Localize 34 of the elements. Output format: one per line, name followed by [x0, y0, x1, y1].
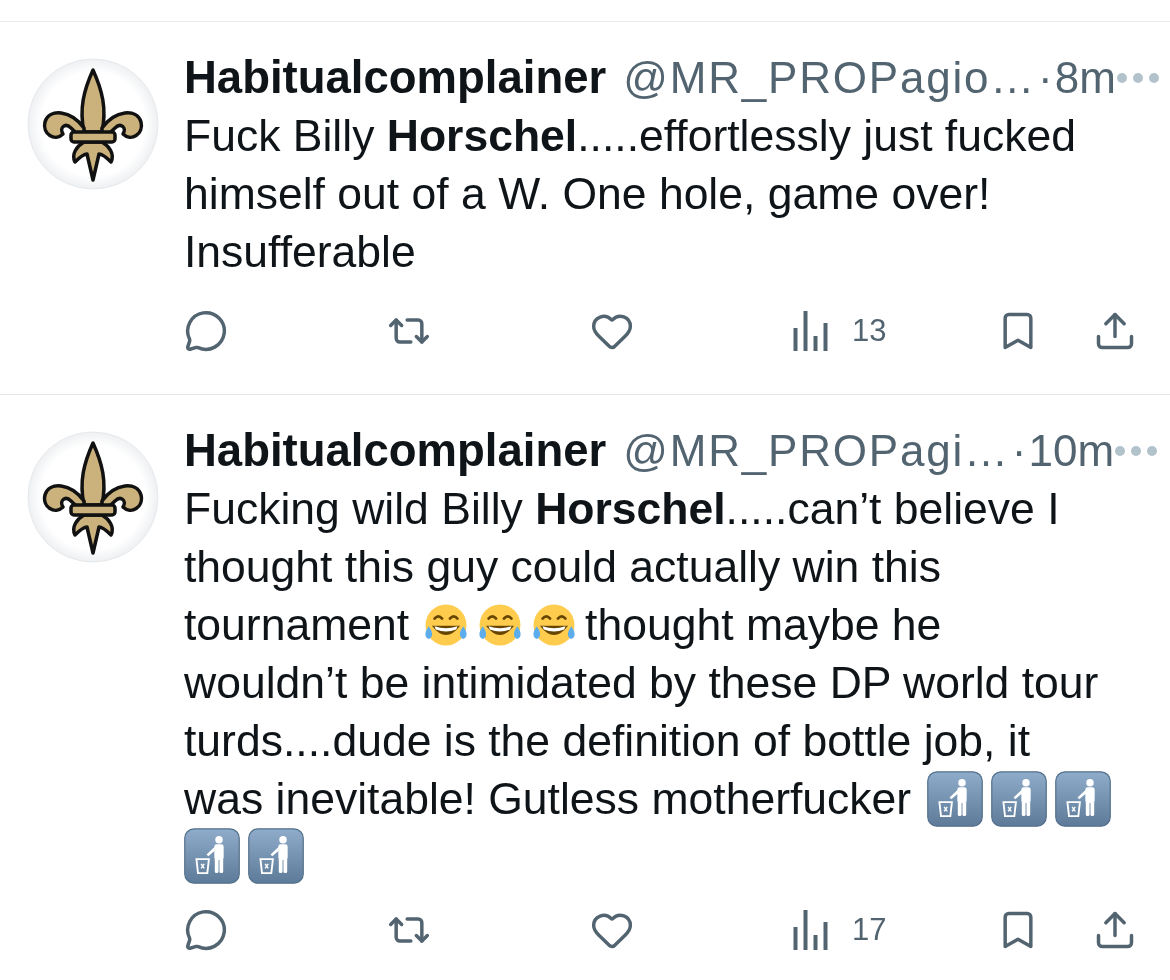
- fleur-de-lis-icon: [27, 431, 159, 563]
- separator-dot: ·: [1011, 425, 1027, 477]
- person-with-bin-icon: [991, 771, 1048, 827]
- post-time[interactable]: 8m: [1054, 45, 1116, 111]
- fleur-de-lis-icon: [27, 58, 159, 190]
- laughing-face-icon: [477, 602, 524, 648]
- tweet-text: wouldn’t be intimidated by these DP world tour: [184, 657, 1099, 709]
- author-name[interactable]: Habitualcomplainer: [184, 416, 607, 486]
- laughing-face-icon: [531, 602, 578, 648]
- views-button[interactable]: 17: [793, 910, 887, 950]
- author-name[interactable]: Habitualcomplainer: [184, 43, 607, 113]
- person-with-bin-icon: [248, 828, 304, 884]
- tweet-text: thought maybe he: [585, 599, 942, 651]
- laughing-face-icon: [423, 602, 470, 648]
- tweet-text: Fuck Billy Horschel.....effortlessly just fucked himself out of a W. One hole, game over! Insufferable: [184, 110, 1077, 278]
- author-handle[interactable]: @MR_PROPagio…: [623, 45, 1037, 111]
- tweet-text: turds....dude is the definition of bottle job, it: [184, 715, 1031, 767]
- speech-bubble-icon: [184, 309, 228, 353]
- tweet-text: was inevitable! Gutless motherfucker: [184, 773, 912, 825]
- reply-button[interactable]: [184, 908, 228, 952]
- speech-bubble-icon: [184, 908, 228, 952]
- person-with-bin-icon: [1055, 771, 1112, 827]
- separator-dot: ·: [1038, 52, 1053, 104]
- more-icon: [1114, 445, 1159, 457]
- bar-chart-icon: [793, 311, 830, 351]
- reply-button[interactable]: [184, 309, 228, 353]
- author-handle[interactable]: @MR_PROPagi…: [623, 418, 1010, 484]
- person-with-bin-icon: [184, 828, 240, 884]
- views-button[interactable]: 13: [793, 311, 887, 351]
- person-with-bin-icon: [927, 771, 984, 827]
- tweet-text: tournament: [184, 599, 410, 651]
- post-time[interactable]: 10m: [1028, 418, 1115, 484]
- more-icon: [1115, 72, 1160, 84]
- bar-chart-icon: [793, 910, 830, 950]
